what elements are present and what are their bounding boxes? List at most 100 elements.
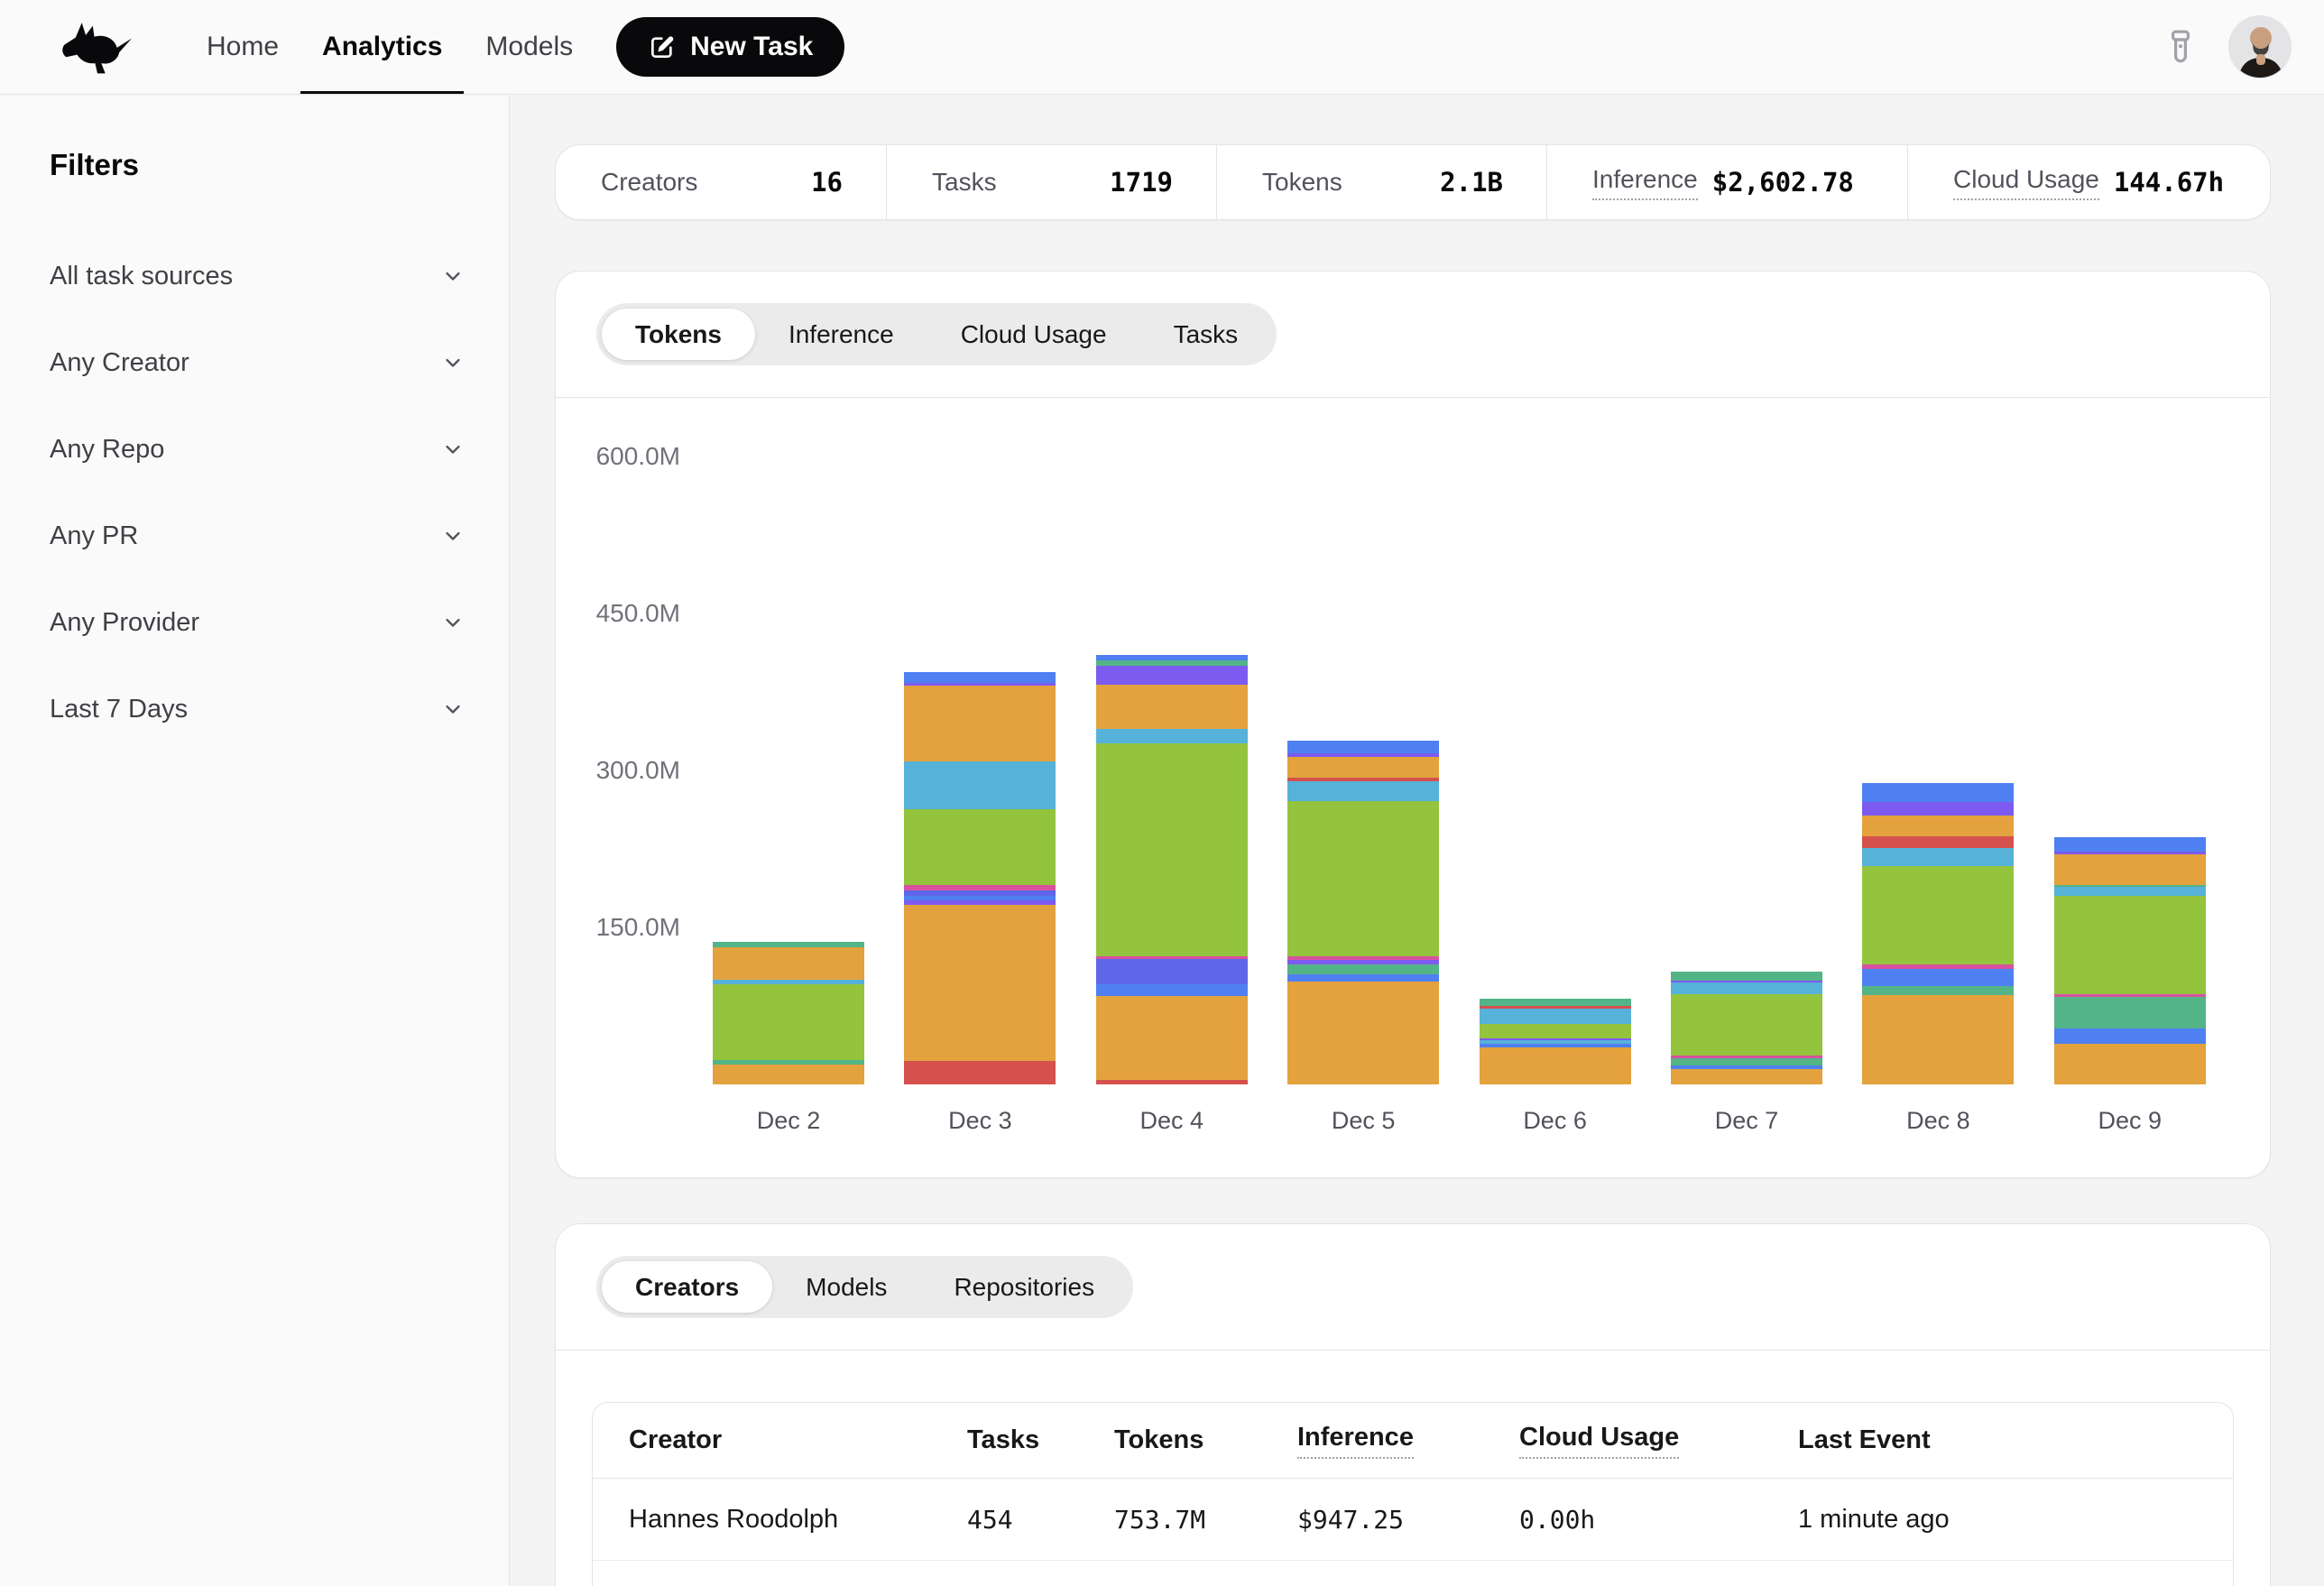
bar-segment-sky[interactable] bbox=[1480, 1009, 1631, 1024]
x-axis-label-dec-5: Dec 5 bbox=[1287, 1107, 1439, 1135]
x-axis-label-dec-4: Dec 4 bbox=[1096, 1107, 1248, 1135]
nav-link-analytics[interactable]: Analytics bbox=[300, 0, 464, 94]
bar-dec-2[interactable] bbox=[713, 942, 864, 1084]
bar-segment-indigo[interactable] bbox=[1096, 959, 1248, 984]
bar-segment-green[interactable] bbox=[2054, 896, 2206, 994]
chart-tab-tokens[interactable]: Tokens bbox=[602, 309, 755, 360]
bar-segment-orange[interactable] bbox=[1480, 1047, 1631, 1084]
filter-any-creator[interactable]: Any Creator bbox=[50, 319, 466, 406]
bar-segment-sky[interactable] bbox=[1096, 729, 1248, 743]
nav-link-models[interactable]: Models bbox=[464, 0, 595, 94]
bar-dec-7[interactable] bbox=[1671, 972, 1822, 1084]
kangaroo-logo-icon bbox=[57, 18, 138, 76]
bar-segment-teal[interactable] bbox=[1862, 986, 2014, 995]
bar-segment-orange[interactable] bbox=[1862, 995, 2014, 1084]
bar-segment-blue[interactable] bbox=[1096, 984, 1248, 996]
chart-tab-tasks[interactable]: Tasks bbox=[1140, 309, 1272, 360]
bar-segment-blue[interactable] bbox=[904, 672, 1056, 682]
nav-link-home[interactable]: Home bbox=[185, 0, 300, 94]
bar-segment-orange[interactable] bbox=[1096, 996, 1248, 1080]
bar-dec-5[interactable] bbox=[1287, 741, 1439, 1084]
bar-segment-orange[interactable] bbox=[1096, 685, 1248, 729]
bar-segment-indigo[interactable] bbox=[904, 890, 1056, 897]
bar-segment-orange[interactable] bbox=[2054, 854, 2206, 885]
flashlight-icon[interactable] bbox=[2160, 26, 2201, 68]
bar-segment-sky[interactable] bbox=[1862, 848, 2014, 866]
bar-segment-green[interactable] bbox=[1480, 1024, 1631, 1038]
stat-label-cloud-usage[interactable]: Cloud Usage bbox=[1953, 165, 2099, 200]
filters-sidebar: Filters All task sourcesAny CreatorAny R… bbox=[0, 96, 510, 1586]
x-axis-label-dec-9: Dec 9 bbox=[2054, 1107, 2206, 1135]
breakdown-tab-control: CreatorsModelsRepositories bbox=[596, 1256, 1133, 1318]
bar-segment-green[interactable] bbox=[1671, 994, 1822, 1056]
breakdown-tab-repositories[interactable]: Repositories bbox=[920, 1261, 1128, 1313]
new-task-button[interactable]: New Task bbox=[616, 17, 844, 77]
kangaroo-logo[interactable] bbox=[57, 18, 138, 76]
bar-segment-blue[interactable] bbox=[1287, 974, 1439, 982]
bar-dec-9[interactable] bbox=[2054, 837, 2206, 1084]
filter-label: Last 7 Days bbox=[50, 695, 188, 724]
bar-segment-teal[interactable] bbox=[1287, 964, 1439, 974]
bar-segment-blue[interactable] bbox=[1862, 783, 2014, 802]
breakdown-tab-creators[interactable]: Creators bbox=[602, 1261, 772, 1313]
bar-segment-sky[interactable] bbox=[2054, 887, 2206, 895]
stat-label-creators: Creators bbox=[601, 168, 697, 197]
bar-segment-green[interactable] bbox=[1287, 801, 1439, 957]
bar-segment-orange[interactable] bbox=[2054, 1044, 2206, 1084]
bar-segment-teal[interactable] bbox=[2054, 997, 2206, 1028]
bar-segment-orange[interactable] bbox=[1287, 757, 1439, 778]
cell-last-event: 1 minute ago bbox=[1798, 1505, 2233, 1535]
stat-label-inference[interactable]: Inference bbox=[1592, 165, 1698, 200]
bar-segment-red[interactable] bbox=[1096, 1080, 1248, 1084]
avatar[interactable] bbox=[2228, 15, 2292, 78]
stat-value-inference: $2,602.78 bbox=[1712, 167, 1854, 198]
bar-segment-teal[interactable] bbox=[1671, 1058, 1822, 1065]
bar-segment-teal[interactable] bbox=[1671, 972, 1822, 981]
filter-any-pr[interactable]: Any PR bbox=[50, 493, 466, 579]
breakdown-tab-models[interactable]: Models bbox=[772, 1261, 920, 1313]
bar-segment-green[interactable] bbox=[904, 809, 1056, 886]
bar-segment-orange[interactable] bbox=[1671, 1069, 1822, 1084]
x-axis-label-dec-7: Dec 7 bbox=[1671, 1107, 1822, 1135]
bar-dec-3[interactable] bbox=[904, 672, 1056, 1084]
bar-segment-orange[interactable] bbox=[904, 905, 1056, 1061]
bar-segment-sky[interactable] bbox=[1287, 781, 1439, 801]
bar-segment-blue[interactable] bbox=[2054, 837, 2206, 853]
bar-segment-orange[interactable] bbox=[713, 1065, 864, 1084]
bar-dec-6[interactable] bbox=[1480, 999, 1631, 1084]
bar-segment-orange[interactable] bbox=[713, 947, 864, 981]
chevron-down-icon bbox=[440, 263, 466, 289]
bar-segment-teal[interactable] bbox=[1480, 999, 1631, 1006]
bar-segment-green[interactable] bbox=[1862, 866, 2014, 964]
chart-tab-inference[interactable]: Inference bbox=[755, 309, 927, 360]
bar-segment-sky[interactable] bbox=[1671, 982, 1822, 994]
stat-creators: Creators16 bbox=[556, 145, 886, 219]
table-row-hannes-roodolph[interactable]: Hannes Roodolph454753.7M$947.250.00h1 mi… bbox=[593, 1479, 2233, 1560]
bar-segment-purple[interactable] bbox=[1096, 666, 1248, 685]
filter-any-provider[interactable]: Any Provider bbox=[50, 579, 466, 666]
table-row-rooviewer[interactable]: Rooviewer440544.3M$376.2875.23h3 minutes… bbox=[593, 1560, 2233, 1586]
nav-links: HomeAnalyticsModels bbox=[185, 0, 595, 94]
bar-segment-green[interactable] bbox=[1096, 743, 1248, 956]
bar-segment-orange[interactable] bbox=[1287, 982, 1439, 1084]
bar-segment-blue[interactable] bbox=[2054, 1028, 2206, 1044]
bar-segment-orange[interactable] bbox=[1862, 816, 2014, 836]
column-header-cloud-usage[interactable]: Cloud Usage bbox=[1519, 1423, 1798, 1459]
bar-dec-4[interactable] bbox=[1096, 655, 1248, 1084]
bar-segment-orange[interactable] bbox=[904, 686, 1056, 761]
filter-all-task-sources[interactable]: All task sources bbox=[50, 233, 466, 319]
bar-segment-blue[interactable] bbox=[1287, 741, 1439, 753]
bar-segment-green[interactable] bbox=[713, 984, 864, 1060]
filter-any-repo[interactable]: Any Repo bbox=[50, 406, 466, 493]
bar-segment-red[interactable] bbox=[904, 1061, 1056, 1084]
bar-segment-purple[interactable] bbox=[1862, 802, 2014, 816]
bar-segment-red[interactable] bbox=[1862, 836, 2014, 848]
stat-label-tasks: Tasks bbox=[932, 168, 997, 197]
bar-dec-8[interactable] bbox=[1862, 783, 2014, 1084]
x-axis-label-dec-2: Dec 2 bbox=[713, 1107, 864, 1135]
column-header-inference[interactable]: Inference bbox=[1297, 1423, 1519, 1459]
bar-segment-blue[interactable] bbox=[1862, 969, 2014, 987]
filter-last-7-days[interactable]: Last 7 Days bbox=[50, 666, 466, 752]
bar-segment-sky[interactable] bbox=[904, 761, 1056, 809]
chart-tab-cloud-usage[interactable]: Cloud Usage bbox=[927, 309, 1140, 360]
